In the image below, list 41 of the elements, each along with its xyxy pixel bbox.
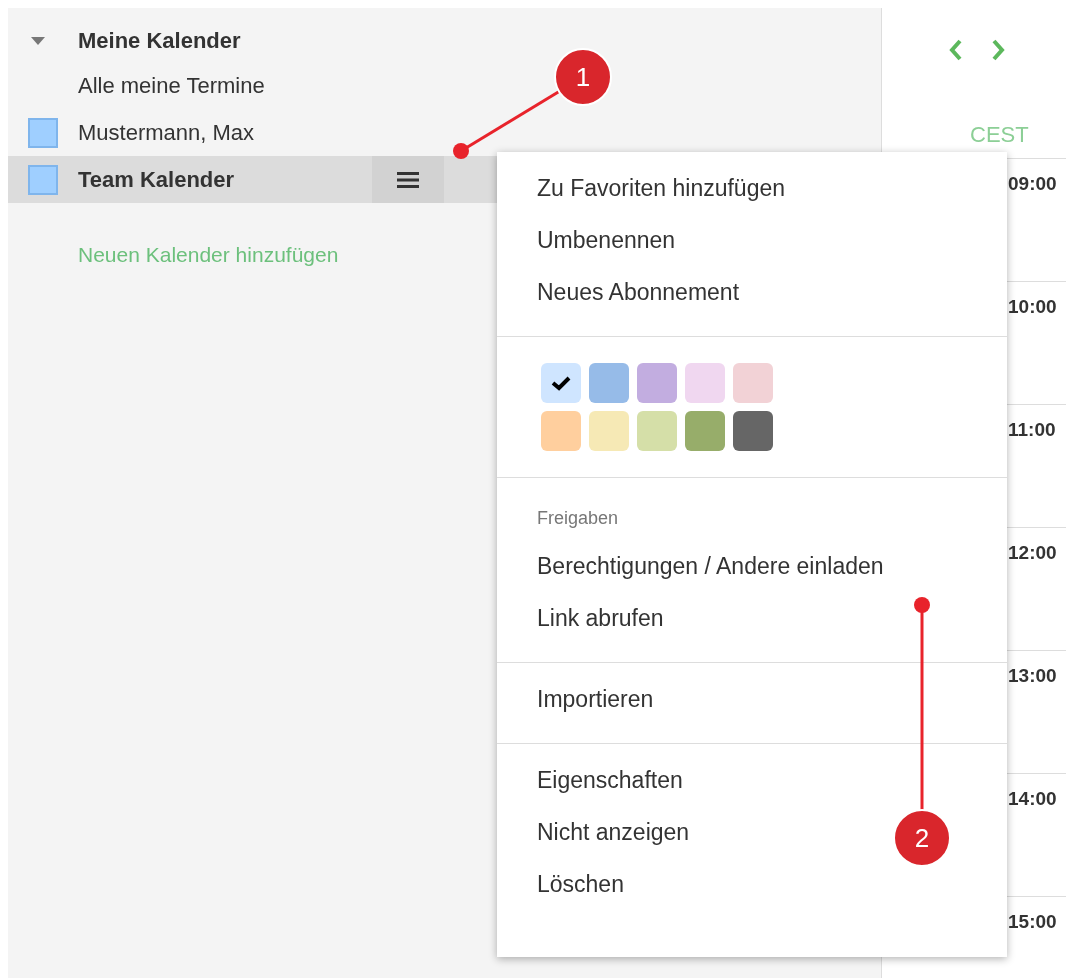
- time-label: 13:00: [1008, 665, 1057, 686]
- menu-heading: Freigaben: [536, 507, 620, 530]
- color-swatch[interactable]: [685, 363, 725, 403]
- leader-dot: [914, 597, 930, 613]
- menu-icon[interactable]: [372, 156, 445, 203]
- previous-icon[interactable]: [948, 38, 964, 62]
- menu-item[interactable]: Berechtigungen / Andere einladen: [537, 544, 884, 596]
- leader-dot: [453, 143, 469, 159]
- sidebar-item[interactable]: Alle meine Termine: [78, 72, 265, 99]
- collapse-caret-icon[interactable]: [30, 36, 46, 46]
- callout-marker: 1: [554, 48, 612, 106]
- menu-item[interactable]: Löschen: [537, 862, 624, 914]
- time-label: 14:00: [1008, 788, 1057, 809]
- next-icon[interactable]: [990, 38, 1006, 62]
- time-label: 09:00: [1008, 173, 1057, 194]
- calendar-checkbox[interactable]: [28, 117, 58, 148]
- color-swatch[interactable]: [685, 411, 725, 451]
- color-swatch[interactable]: [541, 363, 581, 403]
- menu-item[interactable]: Nicht anzeigen: [537, 810, 690, 862]
- menu-item[interactable]: Link abrufen: [537, 596, 664, 648]
- color-swatch[interactable]: [637, 411, 677, 451]
- time-label: 12:00: [1008, 542, 1057, 563]
- calendar-checkbox[interactable]: [28, 164, 58, 195]
- time-label: 11:00: [1008, 419, 1056, 440]
- calendar-item[interactable]: Team Kalender: [78, 166, 235, 193]
- color-swatch[interactable]: [637, 363, 677, 403]
- time-label: 15:00: [1008, 911, 1057, 932]
- calendar-item[interactable]: Mustermann, Max: [78, 119, 255, 146]
- menu-item[interactable]: Umbenennen: [537, 218, 676, 270]
- color-swatch[interactable]: [589, 411, 629, 451]
- section-title: Meine Kalender: [78, 28, 241, 54]
- menu-item[interactable]: Neues Abonnement: [537, 270, 740, 322]
- callout-marker: 2: [893, 809, 951, 867]
- color-swatch[interactable]: [589, 363, 629, 403]
- time-label: 10:00: [1008, 296, 1057, 317]
- menu-item[interactable]: Zu Favoriten hinzufügen: [537, 166, 786, 218]
- menu-item[interactable]: Importieren: [537, 677, 654, 729]
- color-swatch[interactable]: [733, 411, 773, 451]
- color-swatch[interactable]: [541, 411, 581, 451]
- menu-item[interactable]: Eigenschaften: [537, 758, 683, 810]
- color-swatch[interactable]: [733, 363, 773, 403]
